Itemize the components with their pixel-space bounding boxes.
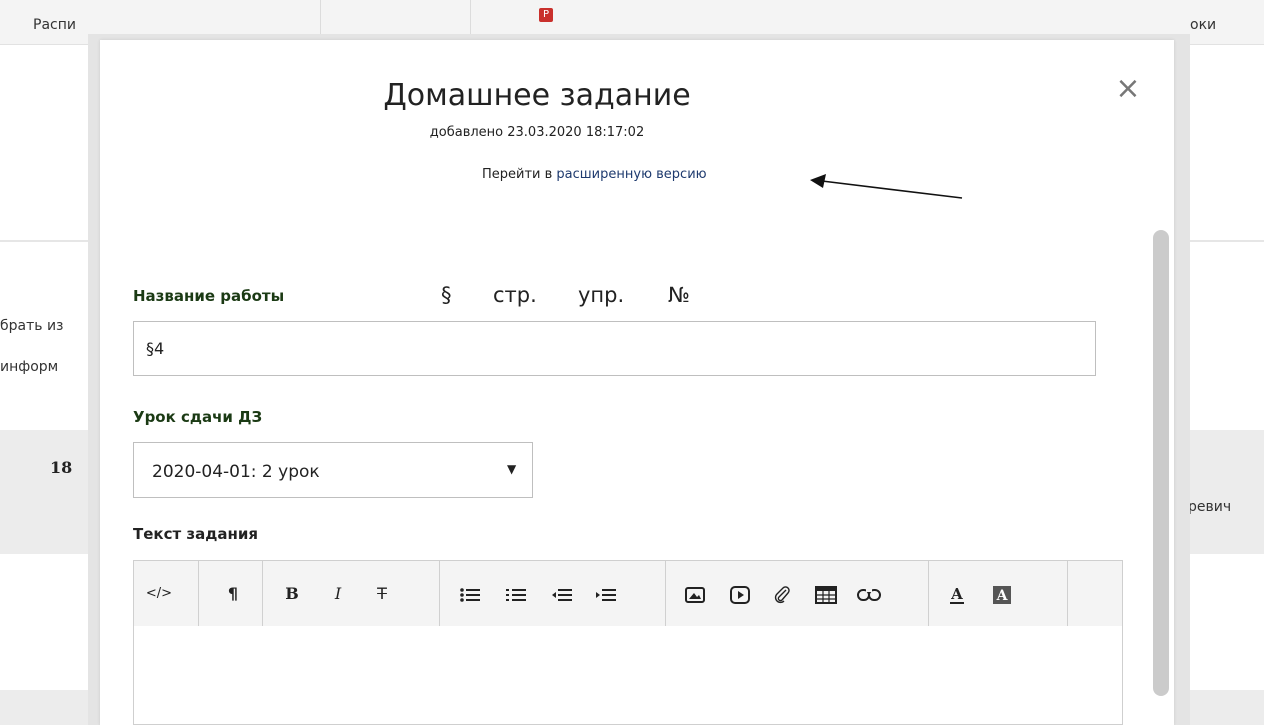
modal-scrollbar-thumb[interactable]	[1153, 230, 1169, 696]
insert-page-button[interactable]: стр.	[493, 283, 537, 307]
insert-number-button[interactable]: №	[668, 283, 690, 307]
bold-button[interactable]: B	[277, 579, 307, 609]
due-lesson-select[interactable]: 2020-04-01: 2 урок ▼	[133, 442, 533, 498]
background-side-text: брать из	[0, 318, 64, 334]
extended-version-link[interactable]: расширенную версию	[556, 167, 706, 182]
video-icon[interactable]	[725, 579, 755, 609]
svg-text:A: A	[996, 588, 1009, 604]
background-row-number: 18	[50, 458, 73, 477]
task-text-label: Текст задания	[133, 525, 258, 543]
modal-title: Домашнее задание	[383, 78, 691, 113]
source-code-button[interactable]: </>	[144, 579, 174, 609]
due-lesson-value: 2020-04-01: 2 урок	[152, 462, 320, 482]
background-color-icon[interactable]: A	[987, 579, 1017, 609]
text-color-icon[interactable]: A	[942, 579, 972, 609]
background-row-band	[0, 690, 100, 725]
arrow-annotation-icon	[810, 174, 963, 199]
indent-icon[interactable]	[591, 579, 621, 609]
numbered-list-icon[interactable]	[501, 579, 531, 609]
close-icon[interactable]: ×	[1115, 74, 1141, 104]
outdent-icon[interactable]	[547, 579, 577, 609]
background-row-band	[0, 430, 100, 554]
work-name-input[interactable]	[133, 321, 1096, 376]
toolbar-separator	[928, 561, 929, 627]
link-icon[interactable]	[854, 579, 884, 609]
toolbar-separator	[1067, 561, 1068, 627]
chevron-down-icon: ▼	[507, 462, 517, 476]
insert-paragraph-sign-button[interactable]: §	[441, 283, 452, 307]
header-tab-lessons[interactable]: оки	[1190, 17, 1216, 33]
extended-version-prefix: Перейти в	[482, 167, 557, 182]
background-teacher-name: ревич	[1188, 499, 1232, 515]
editor-toolbar: </> ¶ B I T A A	[133, 560, 1123, 627]
toolbar-separator	[262, 561, 263, 627]
svg-text:A: A	[950, 585, 963, 603]
strikethrough-button[interactable]: T	[367, 579, 397, 609]
header-badge: Р	[539, 8, 553, 22]
background-divider	[0, 240, 100, 242]
insert-exercise-button[interactable]: упр.	[578, 283, 624, 307]
italic-button[interactable]: I	[323, 579, 353, 609]
bulleted-list-icon[interactable]	[455, 579, 485, 609]
toolbar-separator	[439, 561, 440, 627]
toolbar-separator	[665, 561, 666, 627]
table-icon[interactable]	[811, 579, 841, 609]
due-lesson-label: Урок сдачи ДЗ	[133, 408, 263, 426]
paragraph-format-button[interactable]: ¶	[218, 579, 248, 609]
header-tab-schedule[interactable]: Распи	[33, 17, 76, 33]
work-name-label: Название работы	[133, 287, 285, 305]
background-side-text: информ	[0, 359, 59, 375]
image-icon[interactable]	[680, 579, 710, 609]
task-text-editor[interactable]	[133, 626, 1123, 725]
toolbar-separator	[198, 561, 199, 627]
modal-added-date: добавлено 23.03.2020 18:17:02	[429, 125, 645, 140]
extended-version-row: Перейти в расширенную версию	[482, 167, 707, 182]
attachment-icon[interactable]	[768, 579, 798, 609]
